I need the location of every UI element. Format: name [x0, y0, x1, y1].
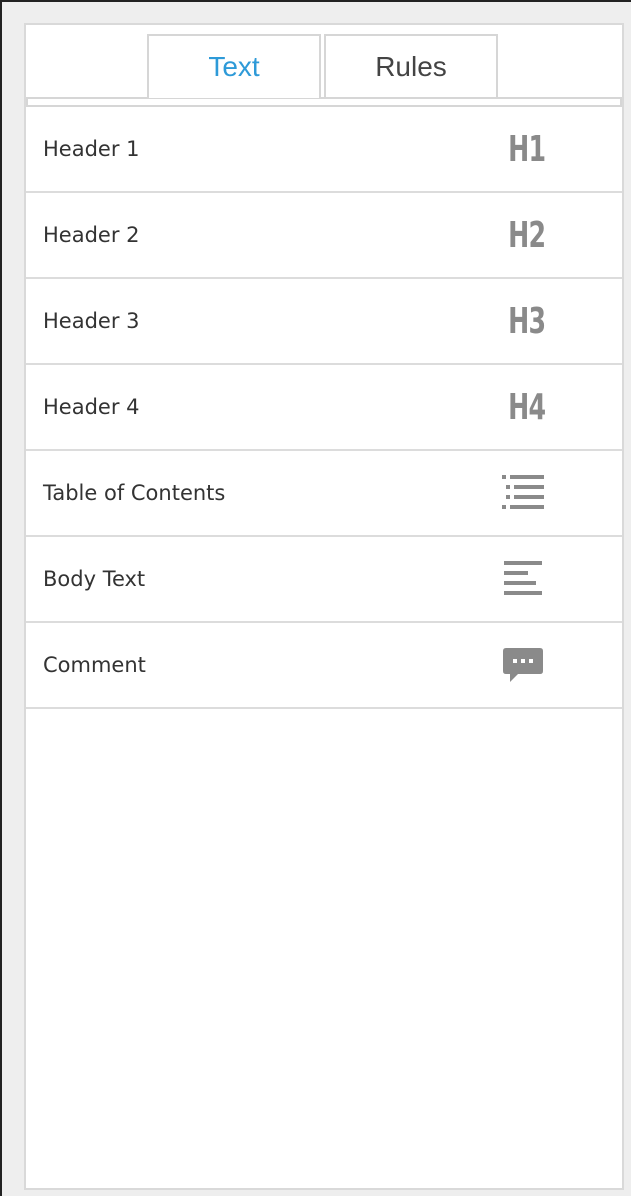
list-item-header-4[interactable]: Header 4 H4 — [26, 365, 622, 451]
comment-icon — [503, 648, 543, 682]
list-item-body-text[interactable]: Body Text — [26, 537, 622, 623]
list-item-label: Comment — [43, 653, 146, 677]
window-frame: Text Rules Header 1 H1 Header 2 H2 Heade… — [0, 0, 631, 1196]
list-icon — [502, 475, 544, 509]
tab-underline — [26, 97, 622, 107]
list-item-label: Header 3 — [43, 309, 140, 333]
tab-rules-label: Rules — [375, 51, 447, 82]
list-item-label: Body Text — [43, 567, 146, 591]
list-item-label: Header 1 — [43, 137, 140, 161]
h4-icon: H4 — [508, 386, 546, 428]
list-item-table-of-contents[interactable]: Table of Contents — [26, 451, 622, 537]
align-left-icon — [504, 561, 542, 595]
list-item-label: Header 4 — [43, 395, 140, 419]
tab-bar: Text Rules — [26, 25, 622, 98]
h3-icon: H3 — [508, 300, 546, 342]
text-style-list: Header 1 H1 Header 2 H2 Header 3 H3 Head… — [26, 107, 622, 709]
list-item-header-1[interactable]: Header 1 H1 — [26, 107, 622, 193]
list-item-header-3[interactable]: Header 3 H3 — [26, 279, 622, 365]
tab-text[interactable]: Text — [147, 34, 321, 98]
h2-icon: H2 — [508, 214, 546, 256]
h1-icon: H1 — [508, 128, 546, 170]
list-item-comment[interactable]: Comment — [26, 623, 622, 709]
list-item-label: Header 2 — [43, 223, 140, 247]
tab-text-label: Text — [208, 51, 260, 82]
tab-rules[interactable]: Rules — [324, 34, 498, 98]
text-panel: Text Rules Header 1 H1 Header 2 H2 Heade… — [24, 23, 624, 1190]
list-item-header-2[interactable]: Header 2 H2 — [26, 193, 622, 279]
list-item-label: Table of Contents — [43, 481, 226, 505]
